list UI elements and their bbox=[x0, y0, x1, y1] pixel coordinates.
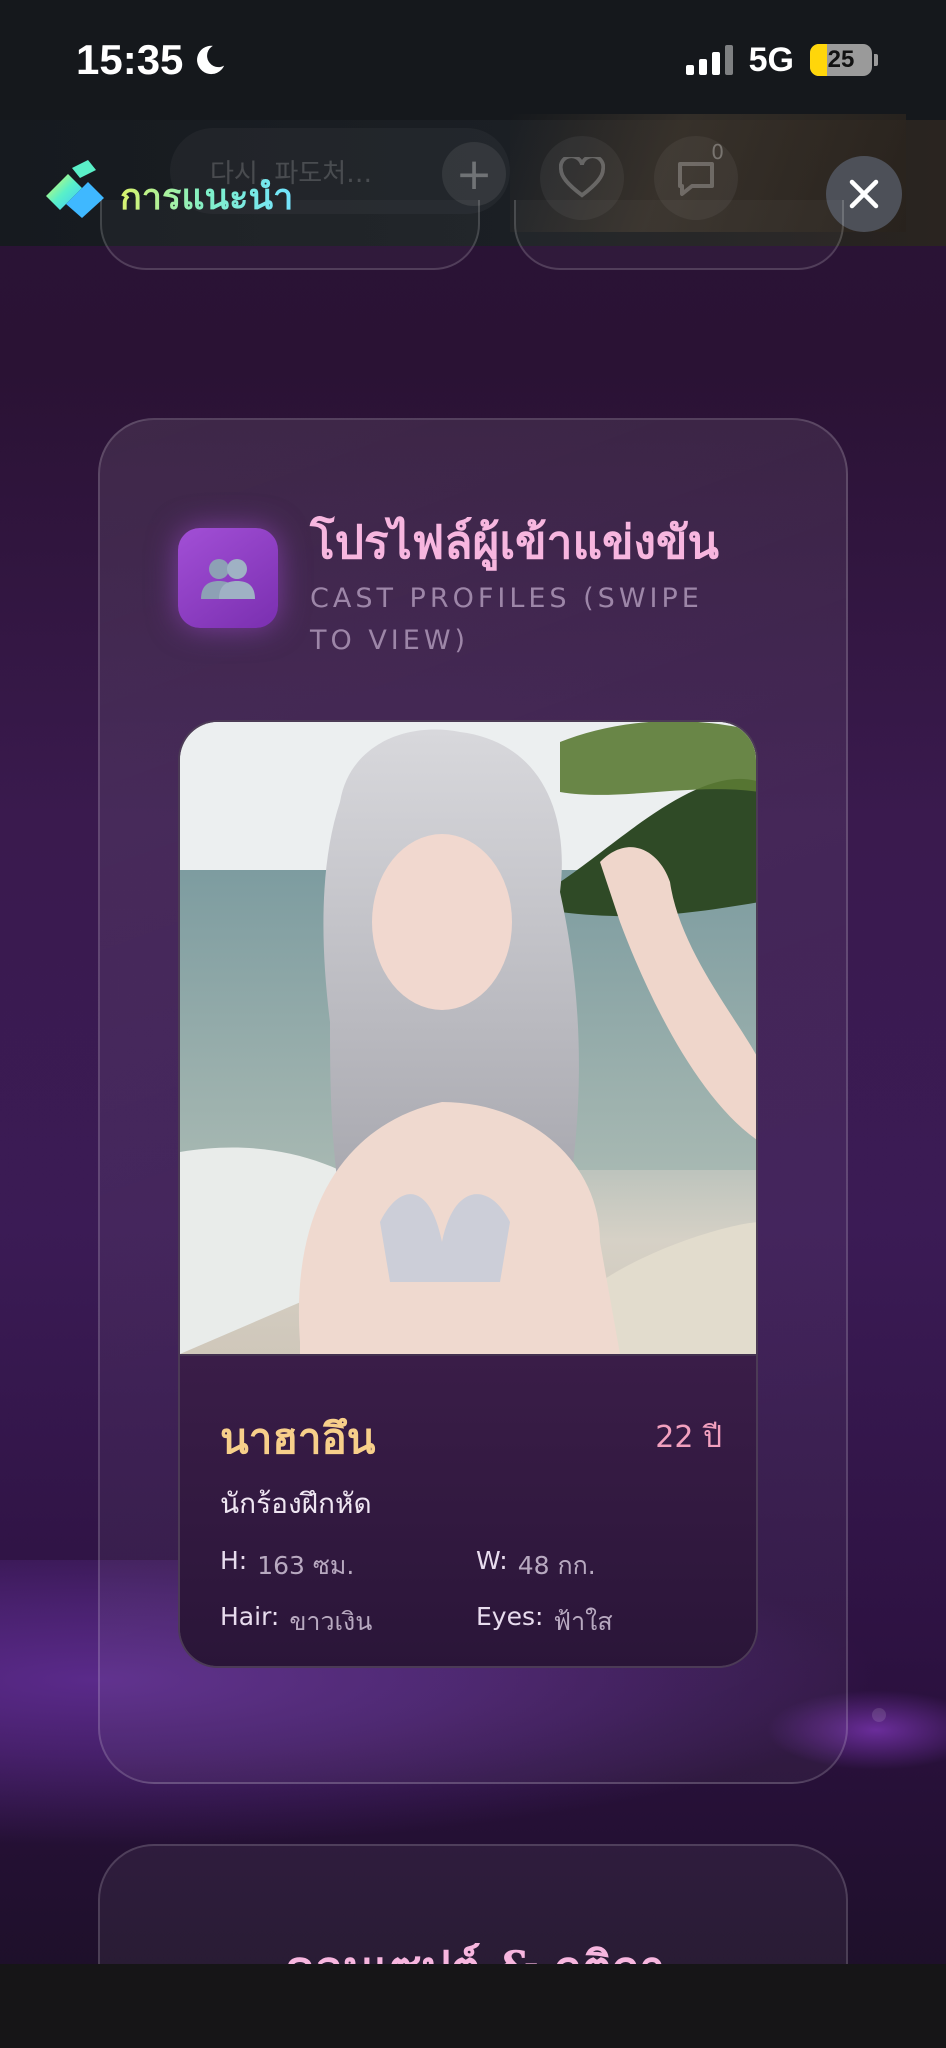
bottom-bar bbox=[0, 1964, 946, 2048]
signal-icon bbox=[685, 45, 733, 75]
stat-height-label: H: bbox=[220, 1546, 248, 1575]
profile-photo bbox=[180, 722, 756, 1354]
ghost-plus-icon: + bbox=[442, 142, 506, 206]
stat-hair-value: ขาวเงิน bbox=[289, 1607, 373, 1636]
users-icon bbox=[178, 528, 278, 628]
stat-hair-label: Hair: bbox=[220, 1602, 280, 1631]
stat-eyes-label: Eyes: bbox=[476, 1602, 544, 1631]
stat-weight-value: 48 กก. bbox=[517, 1551, 596, 1580]
stat-hair: Hair: ขาวเงิน bbox=[220, 1602, 372, 1642]
section-subtitle: CAST PROFILES (SWIPE TO VIEW) bbox=[310, 583, 703, 656]
stat-height-value: 163 ซม. bbox=[257, 1551, 355, 1580]
profile-name: นาฮาอึน bbox=[220, 1414, 376, 1463]
battery-icon: 25 bbox=[810, 44, 878, 76]
profile-card[interactable]: นาฮาอึน 22 ปี นักร้องฝึกหัด H: 163 ซม. W… bbox=[178, 720, 758, 1668]
previous-card-left bbox=[100, 200, 480, 270]
moon-icon bbox=[197, 45, 225, 75]
stat-eyes: Eyes: ฟ้าใส bbox=[476, 1602, 613, 1642]
profile-role: นักร้องฝึกหัด bbox=[220, 1487, 372, 1520]
stat-weight-label: W: bbox=[476, 1546, 508, 1575]
brand-logo-icon bbox=[46, 160, 104, 218]
status-time: 15:35 bbox=[76, 36, 227, 84]
previous-card-right bbox=[514, 200, 844, 270]
stat-eyes-value: ฟ้าใส bbox=[553, 1607, 613, 1636]
decorative-dot bbox=[872, 1708, 886, 1722]
profile-info: นาฮาอึน 22 ปี นักร้องฝึกหัด H: 163 ซม. W… bbox=[180, 1354, 756, 1666]
time-text: 15:35 bbox=[76, 36, 184, 83]
ghost-comment-count: 0 bbox=[711, 140, 724, 164]
cast-profiles-section: โปรไฟล์ผู้เข้าแข่งขัน CAST PROFILES (SWI… bbox=[98, 418, 848, 1784]
status-bar: 15:35 5G 25 bbox=[0, 0, 946, 120]
network-label: 5G bbox=[748, 40, 794, 79]
stat-weight: W: 48 กก. bbox=[476, 1546, 596, 1586]
stat-height: H: 163 ซม. bbox=[220, 1546, 354, 1586]
profile-age: 22 ปี bbox=[655, 1420, 722, 1455]
section-title: โปรไฟล์ผู้เข้าแข่งขัน bbox=[310, 515, 719, 569]
close-icon bbox=[849, 179, 879, 209]
battery-level: 25 bbox=[827, 46, 855, 73]
status-right: 5G 25 bbox=[685, 40, 878, 80]
